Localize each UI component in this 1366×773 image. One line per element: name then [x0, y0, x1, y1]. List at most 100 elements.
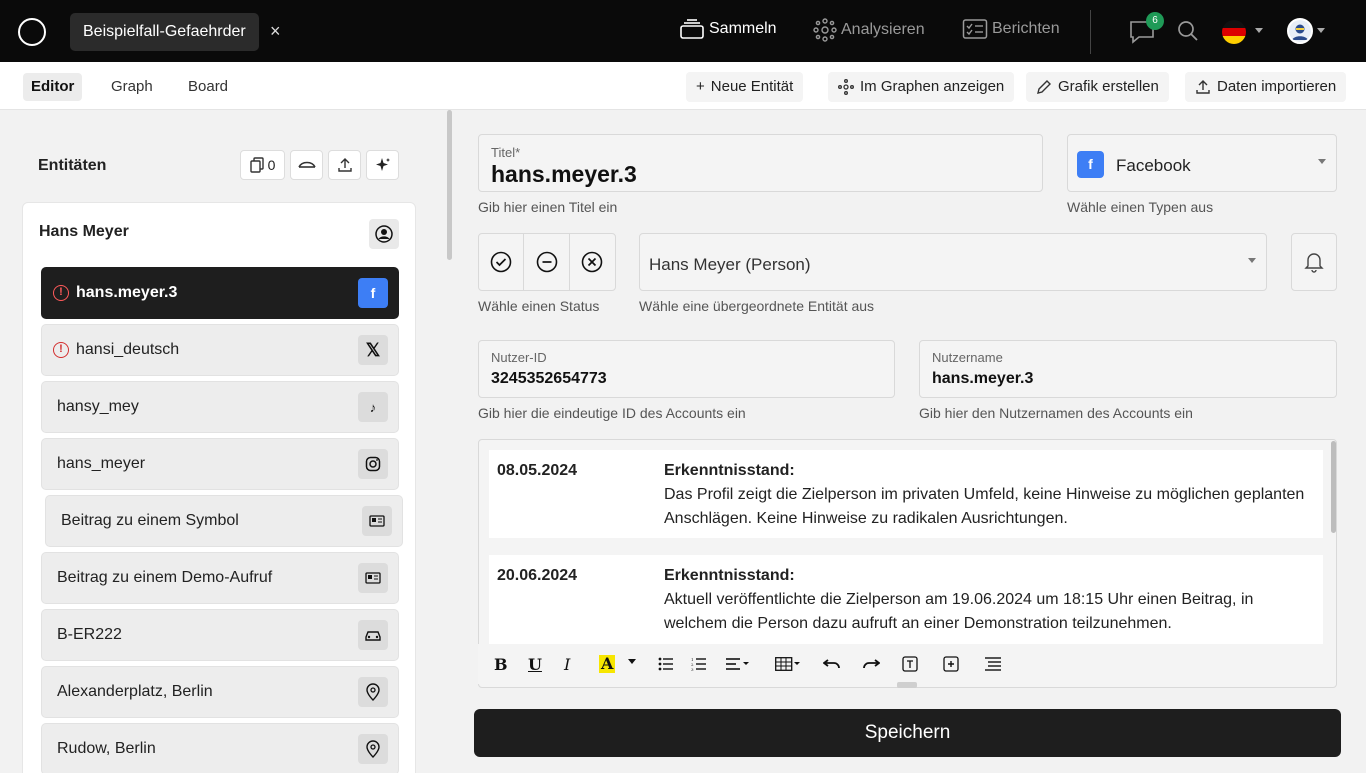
- align-left-icon: [726, 658, 749, 670]
- highlight-caret-icon[interactable]: [628, 659, 636, 664]
- list-item[interactable]: hansy_mey ♪: [41, 381, 399, 433]
- redo-button[interactable]: [862, 653, 880, 675]
- list-item[interactable]: B-ER222: [41, 609, 399, 661]
- tab-board[interactable]: Board: [180, 73, 236, 101]
- note-date: 20.06.2024: [497, 567, 578, 584]
- list-item[interactable]: Beitrag zu einem Demo-Aufruf: [41, 552, 399, 604]
- show-in-graph-button[interactable]: Im Graphen anzeigen: [828, 72, 1015, 102]
- note-date: 08.05.2024: [497, 462, 578, 479]
- list-view-icon: [985, 657, 1001, 671]
- person-icon[interactable]: [369, 219, 399, 249]
- editor-toolbar: Editor Graph Board + Neue Entität Im Gra…: [0, 62, 1366, 110]
- ai-button[interactable]: [366, 150, 399, 180]
- export-button[interactable]: [328, 150, 361, 180]
- list-item-label: B-ER222: [57, 626, 122, 643]
- bullet-list-button[interactable]: [658, 653, 674, 675]
- list-item-label: hansi_deutsch: [76, 341, 180, 358]
- sparkle-icon: [375, 158, 390, 171]
- show-in-graph-label: Im Graphen anzeigen: [860, 78, 1005, 95]
- type-select[interactable]: f Facebook: [1067, 134, 1337, 192]
- status-confirm-button[interactable]: [479, 234, 525, 290]
- insert-entry-button[interactable]: [943, 653, 959, 675]
- align-button[interactable]: [726, 653, 750, 675]
- new-entity-button[interactable]: + Neue Entität: [686, 72, 804, 102]
- numbered-list-button[interactable]: 123: [691, 653, 707, 675]
- nav-analysieren-label: Analysieren: [841, 21, 925, 38]
- list-item[interactable]: Beitrag zu einem Symbol: [45, 495, 403, 547]
- bell-icon: [1304, 253, 1324, 273]
- nav-sammeln-label: Sammeln: [709, 20, 777, 37]
- german-flag-icon[interactable]: [1222, 20, 1246, 44]
- panel-resize-handle[interactable]: [447, 110, 452, 260]
- case-tab[interactable]: Beispielfall-Gefaehrder: [70, 13, 259, 51]
- undo-icon: [823, 659, 840, 669]
- list-item[interactable]: ! hansi_deutsch 𝕏: [41, 324, 399, 376]
- parent-entity-hint: Wähle eine übergeordnete Entität aus: [639, 298, 875, 314]
- list-item[interactable]: Alexanderplatz, Berlin: [41, 666, 399, 718]
- editor-resize-handle[interactable]: [897, 682, 917, 688]
- italic-button[interactable]: I: [564, 653, 570, 675]
- status-reject-button[interactable]: [570, 234, 615, 290]
- import-data-button[interactable]: Daten importieren: [1185, 72, 1347, 102]
- notify-button[interactable]: [1291, 233, 1337, 291]
- nav-analysieren[interactable]: Analysieren: [813, 18, 925, 42]
- code-block-icon: [902, 656, 918, 672]
- tiktok-icon: ♪: [358, 392, 388, 422]
- status-neutral-button[interactable]: [524, 234, 570, 290]
- upload-icon: [337, 158, 352, 172]
- table-button[interactable]: [775, 653, 801, 675]
- insert-block-button[interactable]: [902, 653, 918, 675]
- parent-entity-select[interactable]: Hans Meyer (Person): [639, 233, 1267, 291]
- list-item[interactable]: ! hans.meyer.3 f: [41, 267, 399, 319]
- format-button[interactable]: [985, 653, 1001, 675]
- person-name: Hans Meyer: [39, 223, 129, 240]
- notes-scrollbar[interactable]: [1331, 441, 1336, 533]
- chevron-down-icon: [1318, 159, 1326, 164]
- network-icon: [838, 79, 854, 95]
- user-id-field[interactable]: Nutzer-ID 3245352654773: [478, 340, 895, 398]
- location-icon: [358, 677, 388, 707]
- facebook-icon: f: [358, 278, 388, 308]
- add-entry-icon: [943, 656, 959, 672]
- user-avatar-icon: [1289, 20, 1311, 42]
- undo-button[interactable]: [823, 653, 841, 675]
- language-dropdown-caret-icon[interactable]: [1255, 28, 1263, 33]
- save-button[interactable]: Speichern: [474, 709, 1341, 757]
- divider: [1090, 10, 1091, 54]
- title-field[interactable]: Titel* hans.meyer.3: [478, 134, 1043, 192]
- list-item-label: hans_meyer: [57, 455, 146, 472]
- tab-graph[interactable]: Graph: [103, 73, 161, 101]
- nav-berichten-label: Berichten: [992, 20, 1060, 37]
- username-label: Nutzername: [932, 350, 1003, 365]
- nav-berichten[interactable]: Berichten: [962, 18, 1060, 40]
- highlight-button[interactable]: A: [599, 655, 616, 673]
- messages-button[interactable]: 6: [1128, 12, 1164, 46]
- entities-title: Entitäten: [38, 157, 107, 174]
- pencil-icon: [1037, 80, 1051, 94]
- bold-button[interactable]: B: [494, 653, 508, 675]
- tab-editor[interactable]: Editor: [23, 73, 83, 101]
- copy-count: 0: [267, 157, 276, 173]
- search-button[interactable]: [1177, 20, 1199, 47]
- post-icon: [362, 506, 392, 536]
- create-graphic-label: Grafik erstellen: [1058, 78, 1159, 95]
- facebook-icon: f: [1077, 151, 1104, 178]
- list-item[interactable]: hans_meyer: [41, 438, 399, 490]
- underline-button[interactable]: U: [528, 653, 542, 675]
- list-item[interactable]: Rudow, Berlin: [41, 723, 399, 773]
- username-field[interactable]: Nutzername hans.meyer.3: [919, 340, 1337, 398]
- warning-icon: !: [53, 285, 69, 301]
- user-menu-caret-icon[interactable]: [1317, 28, 1325, 33]
- nav-sammeln[interactable]: Sammeln: [679, 18, 777, 40]
- create-graphic-button[interactable]: Grafik erstellen: [1026, 72, 1169, 102]
- report-icon: [962, 19, 988, 39]
- type-value: Facebook: [1116, 156, 1191, 175]
- new-entity-label: Neue Entität: [710, 78, 794, 95]
- close-case-tab-icon[interactable]: ×: [270, 21, 281, 42]
- user-avatar[interactable]: [1287, 18, 1313, 44]
- copy-button[interactable]: 0: [240, 150, 285, 180]
- entity-group-card: Hans Meyer ! hans.meyer.3 f ! hansi_deut…: [22, 202, 416, 773]
- app-logo[interactable]: [18, 18, 46, 46]
- eye-closed-icon: [297, 161, 316, 168]
- hide-button[interactable]: [290, 150, 323, 180]
